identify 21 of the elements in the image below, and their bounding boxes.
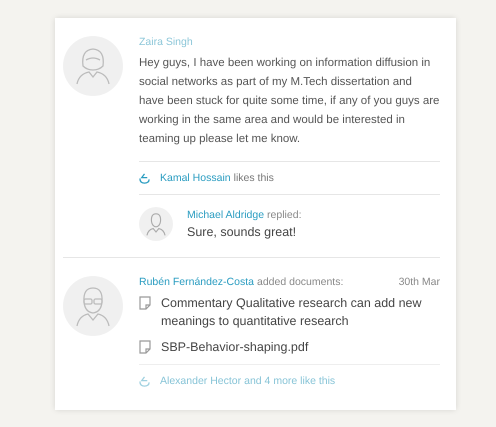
- likes-text: likes this: [234, 172, 274, 184]
- author-link[interactable]: Michael Aldridge: [187, 209, 264, 221]
- post-text: Hey guys, I have been working on information diffusion in social networks as part of my M.Tech dissertation and have been stuck for quite some time, if any of you guys are working in the same area and would be interested in teaming up please let me know.: [139, 54, 440, 162]
- likes-text: and 4 more like this: [244, 375, 336, 387]
- post-date: 30th Mar: [398, 276, 440, 288]
- avatar-icon: [63, 36, 123, 96]
- document-link[interactable]: SBP-Behavior-shaping.pdf: [161, 338, 308, 356]
- liker-link[interactable]: Alexander Hector: [160, 375, 242, 387]
- reply-text: Sure, sounds great!: [187, 225, 298, 239]
- avatar-icon: [63, 276, 123, 336]
- post-action: added documents:: [256, 276, 344, 288]
- author-link[interactable]: Zaira Singh: [139, 36, 193, 48]
- liker-link[interactable]: Kamal Hossain: [160, 172, 231, 184]
- avatar-icon: [139, 207, 173, 241]
- document-icon: [139, 296, 151, 310]
- thumb-icon: [139, 376, 150, 386]
- reply-action: replied:: [267, 209, 302, 221]
- document-icon: [139, 340, 151, 354]
- author-link[interactable]: Rubén Fernández-Costa: [139, 276, 254, 288]
- document-link[interactable]: Commentary Qualitative research can add new meanings to quantitative research: [161, 294, 440, 330]
- thumb-icon: [139, 172, 150, 184]
